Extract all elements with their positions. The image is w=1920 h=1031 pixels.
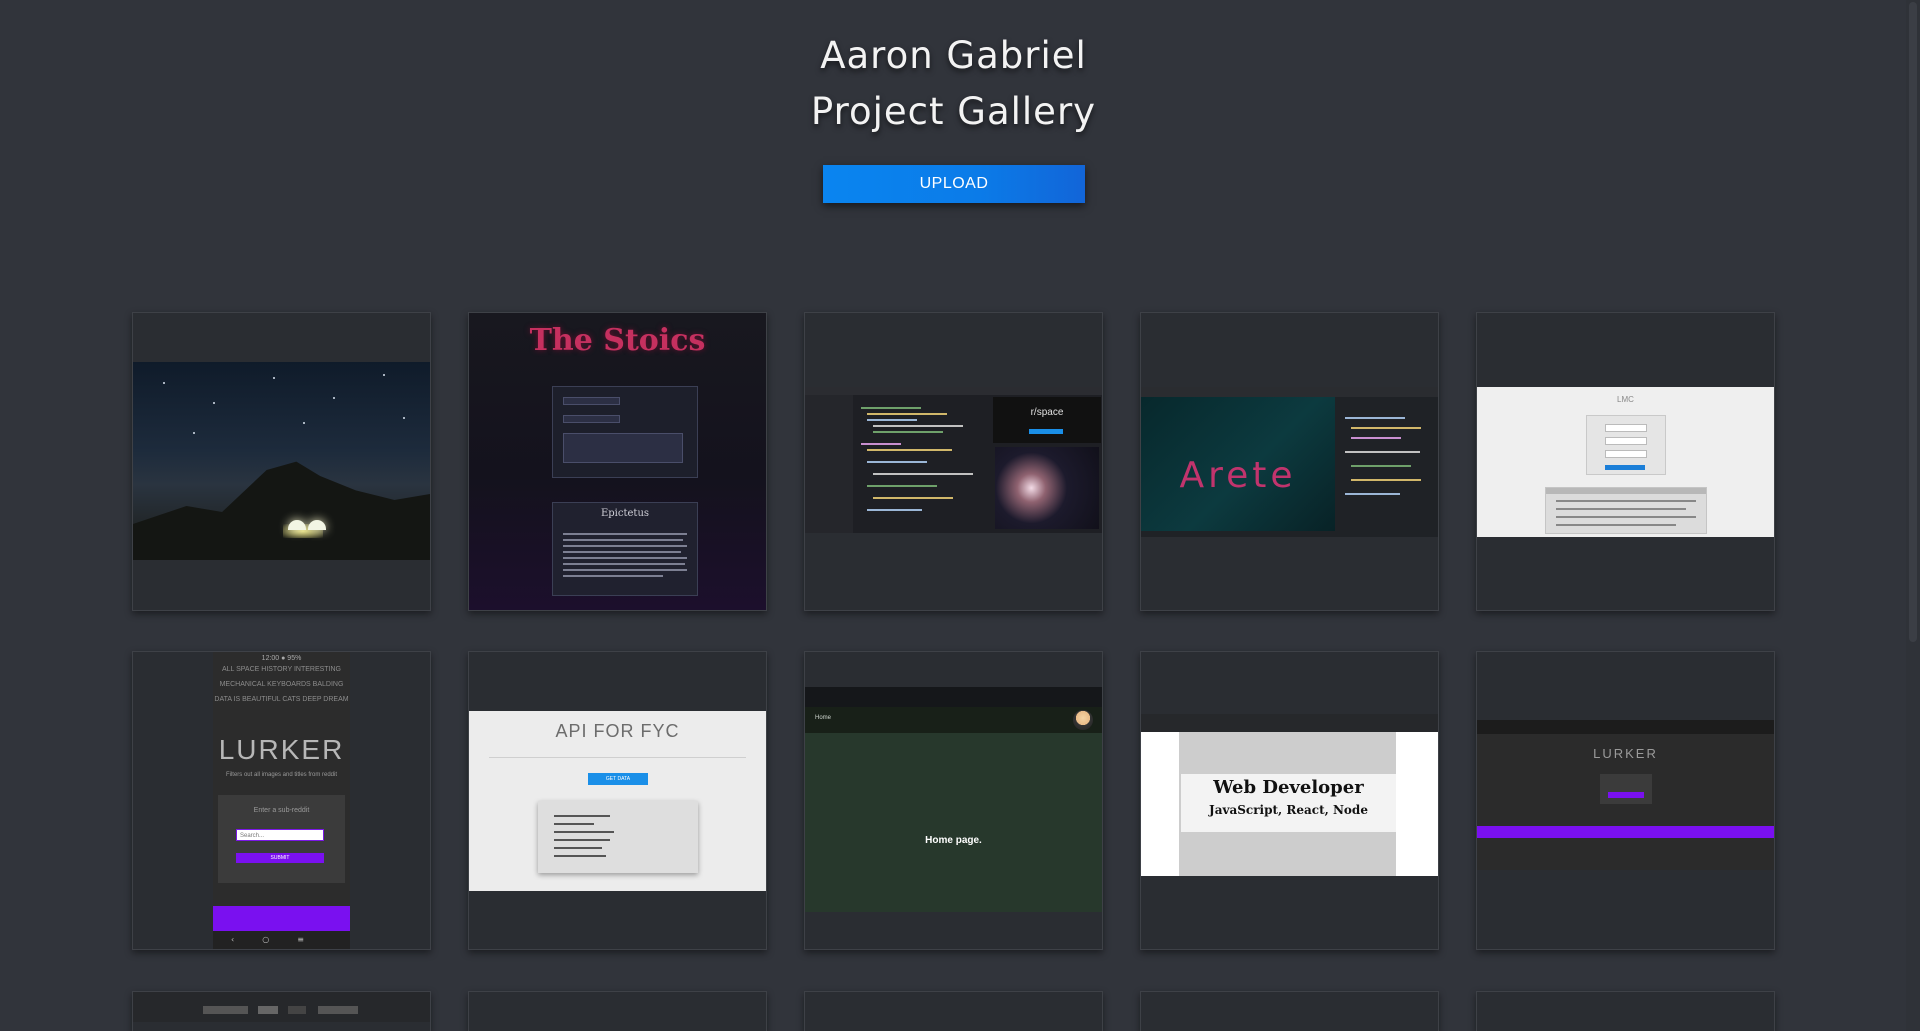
editor-thumbnail: r/space: [805, 387, 1102, 533]
arete-title: Arete: [1179, 455, 1297, 496]
api-title: API FOR FYC: [555, 721, 680, 741]
lurker-desktop-thumbnail: LURKER: [1477, 720, 1774, 870]
login-thumbnail: LMC: [1477, 387, 1774, 537]
gallery-card-arete[interactable]: Arete: [1140, 312, 1439, 611]
responsive-thumbnail: [133, 992, 430, 1022]
upload-button[interactable]: UPLOAD: [823, 165, 1085, 203]
gallery-card-api[interactable]: API FOR FYC GET DATA: [468, 651, 767, 950]
gallery-card-web-dev[interactable]: Web Developer JavaScript, React, Node: [1140, 651, 1439, 950]
night-sky-thumbnail: [133, 362, 430, 560]
arete-thumbnail: Arete: [1141, 387, 1438, 537]
login-form: [1586, 415, 1666, 475]
lurker-desktop-title: LURKER: [1593, 746, 1658, 761]
gallery-card-lurker-desktop[interactable]: LURKER: [1476, 651, 1775, 950]
login-table: [1545, 487, 1707, 534]
page-subtitle: Project Gallery: [810, 90, 1097, 133]
login-label: LMC: [1617, 395, 1634, 404]
space-label: r/space: [1030, 407, 1064, 418]
gallery-card-login[interactable]: LMC: [1476, 312, 1775, 611]
gallery-card-row3-3[interactable]: [804, 991, 1103, 1031]
api-result-card: [538, 801, 698, 873]
gallery-card-row3-4[interactable]: [1140, 991, 1439, 1031]
gallery-card-home[interactable]: Home Home page.: [804, 651, 1103, 950]
gallery-card-row3-2[interactable]: [468, 991, 767, 1031]
page-title: Aaron Gabriel: [820, 34, 1087, 77]
stoics-quote-card: Epictetus: [552, 502, 698, 596]
web-dev-banner: Web Developer JavaScript, React, Node: [1181, 774, 1396, 832]
api-get-data-button: GET DATA: [588, 773, 648, 785]
lurker-mobile-thumbnail: 12:00 ● 95% ALL SPACE HISTORY INTERESTIN…: [213, 652, 350, 949]
api-thumbnail: API FOR FYC GET DATA: [469, 711, 766, 891]
lurker-desktop-form: [1600, 774, 1652, 804]
gallery-card-lurker-mobile[interactable]: 12:00 ● 95% ALL SPACE HISTORY INTERESTIN…: [132, 651, 431, 950]
home-thumbnail: Home Home page.: [805, 687, 1102, 912]
gallery-page: Aaron Gabriel Project Gallery UPLOAD The…: [0, 0, 1920, 1031]
avatar: [1073, 710, 1093, 730]
lurker-form: Enter a sub-reddit Search... SUBMIT: [218, 795, 345, 883]
home-page-text: Home page.: [925, 835, 982, 846]
stoics-form: [552, 386, 698, 478]
gallery-card-row3-5[interactable]: [1476, 991, 1775, 1031]
web-dev-thumbnail: Web Developer JavaScript, React, Node: [1141, 714, 1438, 876]
mountain-silhouette: [133, 461, 430, 560]
gallery-card-editor[interactable]: r/space: [804, 312, 1103, 611]
gallery-card-responsive[interactable]: [132, 991, 431, 1031]
gallery-card-night-sky[interactable]: [132, 312, 431, 611]
lurker-title: LURKER: [218, 734, 345, 765]
stoics-thumbnail: The Stoics Epictetus: [469, 313, 766, 610]
page-scrollbar[interactable]: [1906, 0, 1920, 1031]
stoics-title: The Stoics: [529, 323, 706, 358]
scrollbar-thumb[interactable]: [1909, 2, 1917, 642]
gallery-card-stoics[interactable]: The Stoics Epictetus: [468, 312, 767, 611]
